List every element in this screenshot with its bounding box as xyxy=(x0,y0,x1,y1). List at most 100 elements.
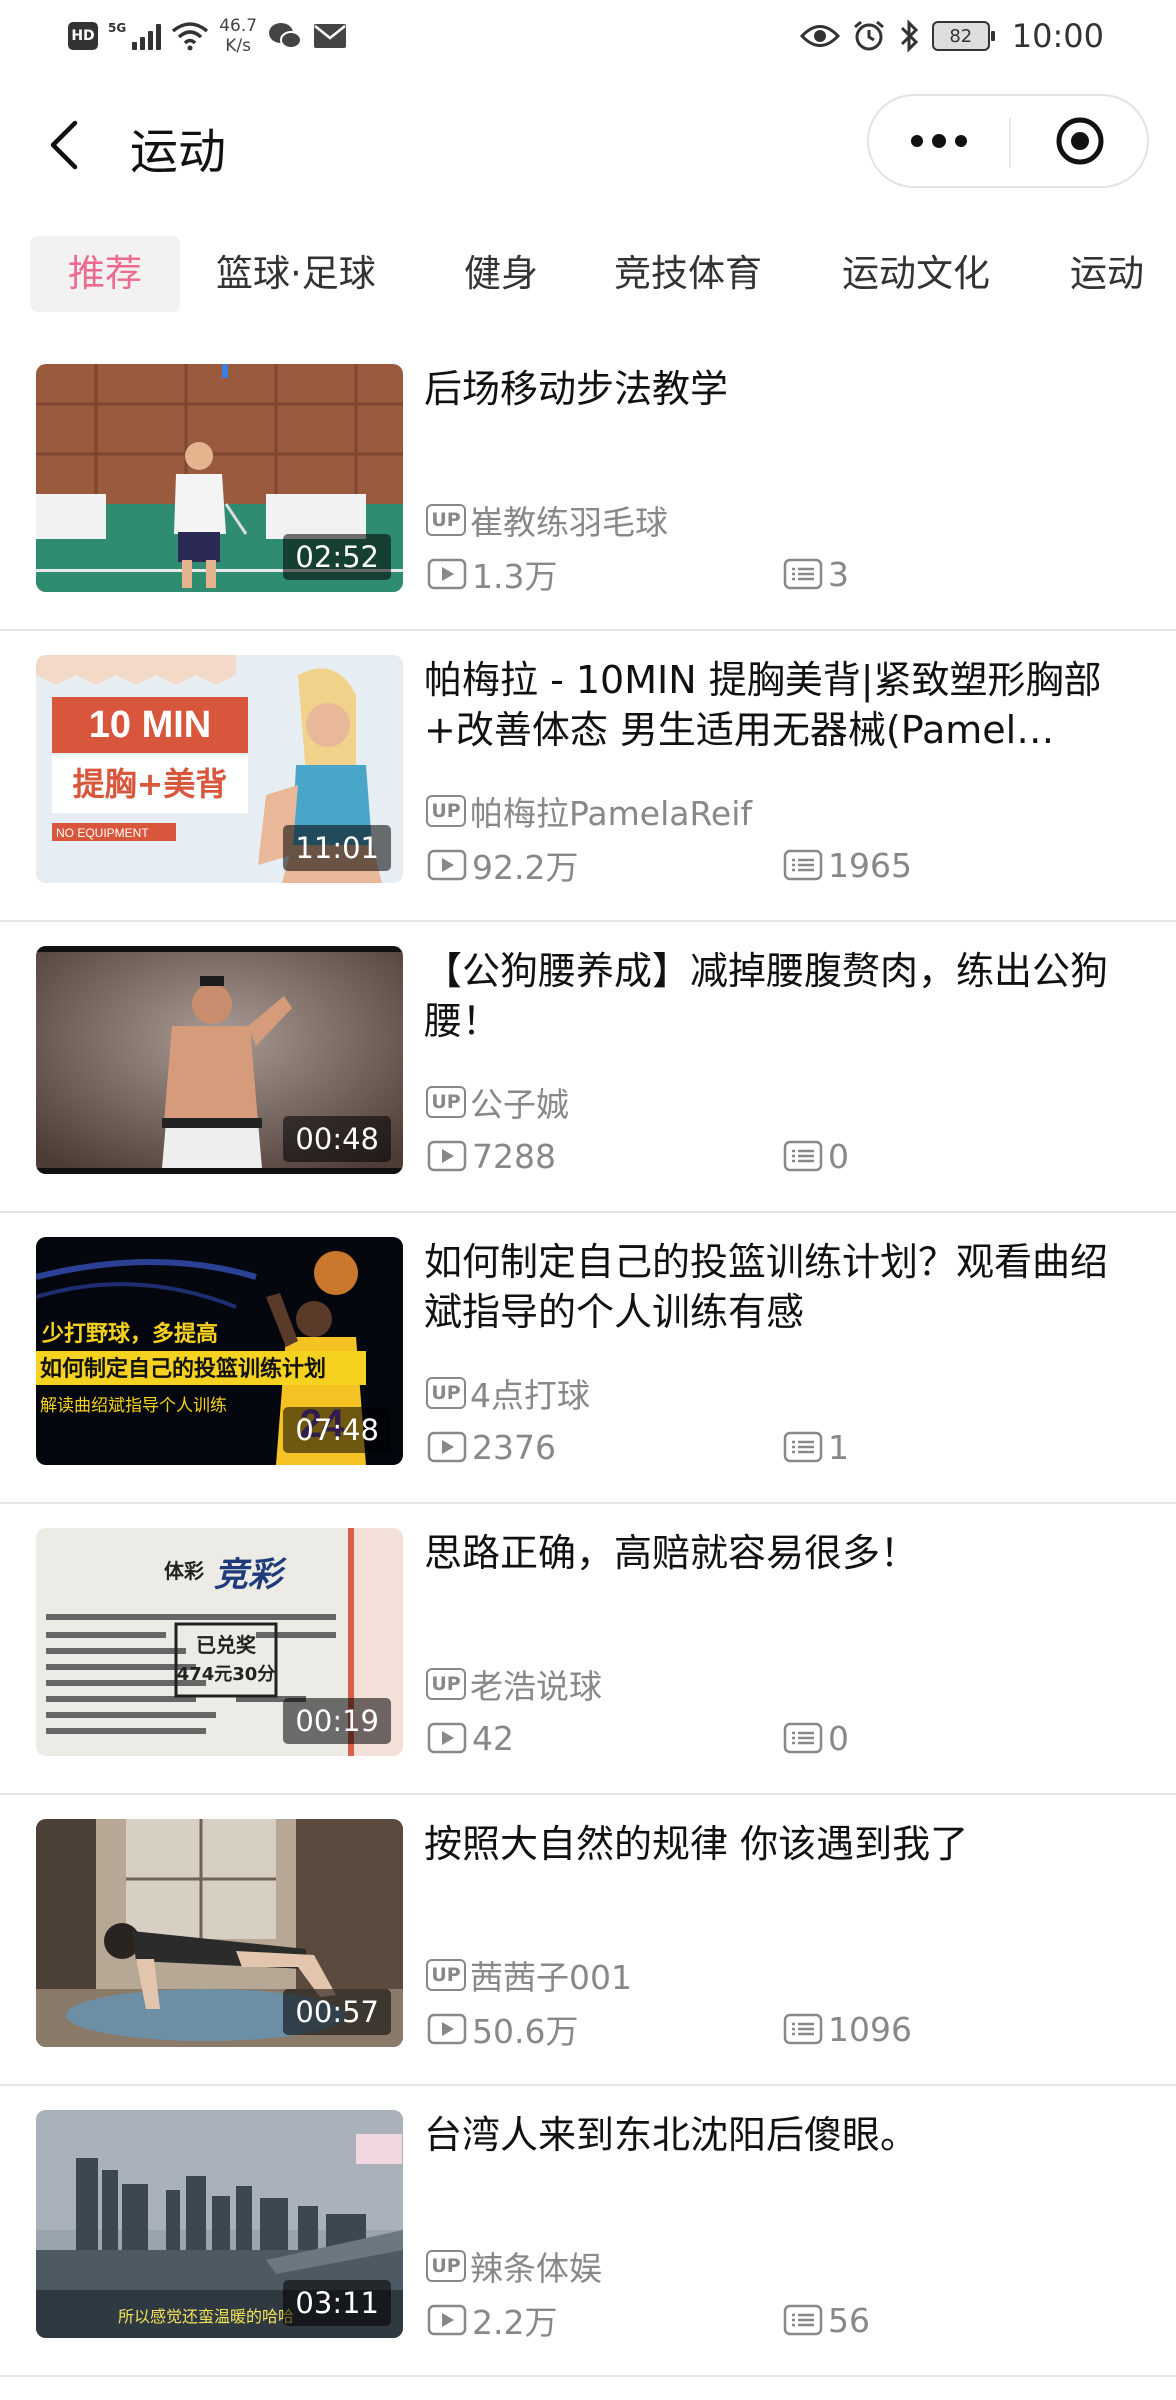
battery-icon: 82 xyxy=(931,21,995,51)
video-stats: 1.3万 3 xyxy=(426,554,1126,596)
video-stats: 50.6万 1096 xyxy=(426,2009,1126,2051)
thumb-line1: 少打野球，多提高 xyxy=(41,1321,218,1347)
thumb-stamp1: 已兑奖 xyxy=(196,1633,257,1657)
comment-count: 0 xyxy=(782,1136,849,1176)
video-thumbnail[interactable]: 00:48 xyxy=(36,946,403,1174)
play-icon xyxy=(426,1139,468,1173)
video-thumbnail[interactable]: 体彩 竞彩 已兑奖 474元30分 00:19 xyxy=(36,1528,403,1756)
comment-count: 1096 xyxy=(782,2009,912,2049)
up-badge-icon: UP xyxy=(426,504,466,536)
uploader-name: 茜茜子001 xyxy=(470,1958,632,1997)
comment-count-value: 3 xyxy=(828,554,849,594)
video-thumbnail[interactable]: 24 少打野球，多提高 如何制定自己的投篮训练计划 解读曲绍斌指导个人训练 07… xyxy=(36,1237,403,1465)
thumb-badge-text: 10 MIN xyxy=(89,704,211,746)
video-item[interactable]: 体彩 竞彩 已兑奖 474元30分 00:19 思路正确，高赔就容易很多！ UP… xyxy=(0,1504,1176,1795)
video-item[interactable]: 24 少打野球，多提高 如何制定自己的投篮训练计划 解读曲绍斌指导个人训练 07… xyxy=(0,1213,1176,1504)
up-badge-icon: UP xyxy=(426,1668,466,1700)
video-title[interactable]: 【公狗腰养成】减掉腰腹赘肉，练出公狗腰！ xyxy=(424,946,1144,1046)
more-button[interactable] xyxy=(869,96,1009,186)
play-count-value: 50.6万 xyxy=(472,2012,579,2051)
play-count: 42 xyxy=(426,1718,514,1758)
video-stats: 7288 0 xyxy=(426,1136,1126,1176)
video-item[interactable]: 所以感觉还蛮温暖的哈哈 03:11 台湾人来到东北沈阳后傻眼。 UP 辣条体娱 … xyxy=(0,2086,1176,2377)
close-mini-program-button[interactable] xyxy=(1011,96,1149,186)
up-badge-icon: UP xyxy=(426,1377,466,1409)
eye-icon xyxy=(799,25,840,47)
more-dot-icon xyxy=(955,135,967,147)
uploader[interactable]: UP 崔教练羽毛球 xyxy=(426,500,668,542)
uploader[interactable]: UP 茜茜子001 xyxy=(426,1955,632,1997)
video-title[interactable]: 思路正确，高赔就容易很多！ xyxy=(424,1528,1144,1578)
clock: 10:00 xyxy=(1011,17,1104,55)
tab-recommend[interactable]: 推荐 xyxy=(30,236,180,312)
page-title: 运动 xyxy=(130,124,227,180)
video-title[interactable]: 后场移动步法教学 xyxy=(424,364,1144,414)
uploader[interactable]: UP 公子娍 xyxy=(426,1082,569,1124)
comment-count: 1965 xyxy=(782,845,912,885)
play-icon xyxy=(426,2012,468,2046)
video-list: 02:52 后场移动步法教学 UP 崔教练羽毛球 1.3万 3 10 MIN 提… xyxy=(0,340,1176,2377)
play-count: 50.6万 xyxy=(426,2009,578,2051)
comment-count: 3 xyxy=(782,554,849,594)
video-duration: 02:52 xyxy=(283,534,391,580)
comment-count: 0 xyxy=(782,1718,849,1758)
comment-count-value: 0 xyxy=(828,1136,849,1176)
comment-icon xyxy=(782,1139,824,1173)
video-duration: 07:48 xyxy=(283,1407,391,1453)
video-title[interactable]: 按照大自然的规律 你该遇到我了 xyxy=(424,1819,1144,1869)
play-icon xyxy=(426,1721,468,1755)
uploader-name: 辣条体娱 xyxy=(470,2249,602,2288)
bluetooth-icon xyxy=(900,19,918,53)
play-count-value: 42 xyxy=(472,1718,514,1758)
video-title[interactable]: 帕梅拉 - 10MIN 提胸美背|紧致塑形胸部+改善体态 男生适用无器械(Pam… xyxy=(424,655,1144,755)
comment-count: 1 xyxy=(782,1427,849,1467)
play-count: 92.2万 xyxy=(426,845,578,887)
play-count: 2.2万 xyxy=(426,2300,557,2342)
thumb-tag-text: NO EQUIPMENT xyxy=(56,826,149,840)
video-title[interactable]: 如何制定自己的投篮训练计划？观看曲绍斌指导的个人训练有感 xyxy=(424,1237,1144,1337)
thumb-brand-text: 体彩 xyxy=(164,1559,204,1583)
play-count-value: 1.3万 xyxy=(472,557,558,596)
comment-count-value: 1 xyxy=(828,1427,849,1467)
uploader-name: 崔教练羽毛球 xyxy=(470,503,668,542)
speed-value: 46.7 xyxy=(219,16,258,36)
comment-count-value: 1096 xyxy=(828,2009,912,2049)
video-thumbnail[interactable]: 10 MIN 提胸+美背 NO EQUIPMENT 11:01 xyxy=(36,655,403,883)
tab-competitive-sports[interactable]: 竞技体育 xyxy=(614,236,762,312)
video-item[interactable]: 02:52 后场移动步法教学 UP 崔教练羽毛球 1.3万 3 xyxy=(0,340,1176,631)
more-dot-icon xyxy=(932,134,946,148)
alarm-icon xyxy=(853,20,884,51)
comment-count-value: 0 xyxy=(828,1718,849,1758)
video-thumbnail[interactable]: 所以感觉还蛮温暖的哈哈 03:11 xyxy=(36,2110,403,2338)
up-badge-icon: UP xyxy=(426,1086,466,1118)
chevron-left-icon xyxy=(50,120,78,170)
video-duration: 00:57 xyxy=(283,1989,391,2035)
play-icon xyxy=(426,1430,468,1464)
video-duration: 11:01 xyxy=(283,825,391,871)
video-stats: 2376 1 xyxy=(426,1427,1126,1467)
play-count-value: 2376 xyxy=(472,1427,556,1467)
tab-fitness[interactable]: 健身 xyxy=(464,236,538,312)
video-stats: 42 0 xyxy=(426,1718,1126,1758)
uploader[interactable]: UP 帕梅拉PamelaReif xyxy=(426,791,752,833)
video-item[interactable]: 00:57 按照大自然的规律 你该遇到我了 UP 茜茜子001 50.6万 10… xyxy=(0,1795,1176,2086)
category-tabs: 推荐 篮球·足球 健身 竞技体育 运动文化 运动 xyxy=(30,236,1176,312)
video-thumbnail[interactable]: 00:57 xyxy=(36,1819,403,2047)
tab-sports-culture[interactable]: 运动文化 xyxy=(842,236,990,312)
mini-program-capsule xyxy=(867,94,1149,188)
thumb-sub-text: 提胸+美背 xyxy=(73,765,228,803)
uploader[interactable]: UP 老浩说球 xyxy=(426,1664,602,1706)
video-title[interactable]: 台湾人来到东北沈阳后傻眼。 xyxy=(424,2110,1144,2160)
video-item[interactable]: 10 MIN 提胸+美背 NO EQUIPMENT 11:01 帕梅拉 - 10… xyxy=(0,631,1176,922)
up-badge-icon: UP xyxy=(426,1959,466,1991)
tab-sports[interactable]: 运动 xyxy=(1070,236,1144,312)
uploader[interactable]: UP 辣条体娱 xyxy=(426,2246,602,2288)
target-close-icon xyxy=(1056,117,1104,165)
video-thumbnail[interactable]: 02:52 xyxy=(36,364,403,592)
uploader[interactable]: UP 4点打球 xyxy=(426,1373,590,1415)
play-count: 1.3万 xyxy=(426,554,557,596)
back-button[interactable] xyxy=(36,114,92,176)
tab-basketball-football[interactable]: 篮球·足球 xyxy=(216,236,376,312)
video-item[interactable]: 00:48 【公狗腰养成】减掉腰腹赘肉，练出公狗腰！ UP 公子娍 7288 0 xyxy=(0,922,1176,1213)
comment-icon xyxy=(782,848,824,882)
